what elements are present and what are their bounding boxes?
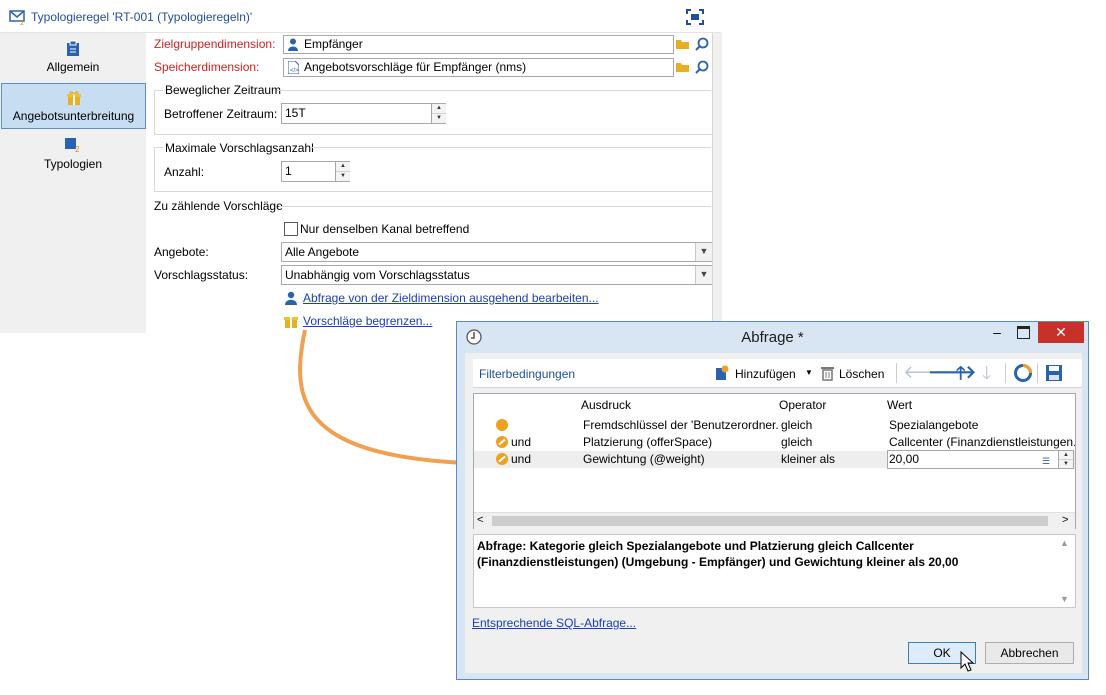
condition-row[interactable]: und Platzierung (offerSpace) gleich Call…: [474, 434, 1075, 451]
row-operator: gleich: [781, 435, 813, 449]
delete-button[interactable]: Löschen: [839, 367, 884, 381]
toolbar-separator: [1005, 363, 1006, 383]
close-button[interactable]: ✕: [1038, 322, 1084, 343]
query-summary-text: Abfrage: Kategorie gleich Spezialangebot…: [477, 539, 959, 569]
filter-conditions-label: Filterbedingungen: [479, 367, 576, 381]
column-header-operator: Operator: [779, 398, 827, 412]
arrow-down-icon[interactable]: 🡓: [982, 361, 991, 391]
column-header-expression: Ausdruck: [581, 398, 632, 412]
row-expression: Gewichtung (@weight): [583, 452, 705, 466]
dialog-body: Filterbedingungen Hinzufügen ▼ Löschen 🡐…: [465, 353, 1082, 673]
condition-icon: [496, 419, 508, 431]
horizontal-scrollbar[interactable]: < >: [474, 512, 1075, 529]
row-value: Callcenter (Finanzdienstleistungen.: [889, 435, 1075, 449]
row-value: Spezialangebote: [889, 418, 979, 432]
condition-row[interactable]: Fremdschlüssel der 'Benutzerordner... gl…: [474, 417, 1075, 434]
arrow-right-icon[interactable]: 🡒: [928, 362, 976, 383]
weight-value-input[interactable]: 20,00 ☰ ▲ ▼: [887, 450, 1074, 469]
scroll-up-icon[interactable]: ▲: [1060, 538, 1069, 548]
sql-query-link[interactable]: Entsprechende SQL-Abfrage...: [472, 616, 636, 630]
scroll-right-icon[interactable]: >: [1062, 514, 1068, 526]
arrow-up-icon[interactable]: 🡑: [956, 361, 965, 391]
value-spinner[interactable]: ▲ ▼: [1058, 451, 1073, 468]
row-conjunction: und: [511, 435, 532, 449]
column-header-value: Wert: [887, 398, 913, 412]
conditions-grid: Ausdruck Operator Wert Fremdschlüssel de…: [473, 393, 1076, 529]
chevron-down-icon[interactable]: ▼: [805, 368, 813, 377]
row-operator: kleiner als: [781, 452, 836, 466]
minimize-icon[interactable]: –: [989, 324, 1005, 340]
row-conjunction: und: [511, 452, 532, 466]
query-summary-box: Abfrage: Kategorie gleich Spezialangebot…: [473, 534, 1076, 608]
scrollbar-thumb[interactable]: [492, 516, 1048, 526]
and-condition-icon: [496, 453, 508, 465]
row-operator: gleich: [781, 418, 813, 432]
maximize-icon[interactable]: [1017, 326, 1030, 339]
toolbar-separator: [1037, 363, 1038, 383]
cancel-button[interactable]: Abbrechen: [985, 642, 1074, 664]
add-condition-icon[interactable]: [715, 365, 729, 381]
scroll-down-icon[interactable]: ▼: [1060, 594, 1069, 604]
toolbar-separator: [896, 363, 897, 383]
condition-row-selected[interactable]: und Gewichtung (@weight) kleiner als 20,…: [474, 450, 1075, 469]
scroll-left-icon[interactable]: <: [477, 514, 483, 526]
query-dialog: Abfrage * – ✕ Filterbedingungen Hinzufüg…: [456, 321, 1089, 680]
edit-expression-icon[interactable]: ☰: [1042, 453, 1054, 466]
row-value: 20,00: [889, 452, 920, 466]
add-button[interactable]: Hinzufügen: [735, 367, 796, 381]
mouse-cursor-icon: [960, 651, 974, 672]
dialog-title-bar: Abfrage * – ✕: [457, 322, 1088, 352]
chart-icon[interactable]: [1014, 364, 1032, 382]
row-expression: Fremdschlüssel der 'Benutzerordner...: [583, 418, 778, 432]
filter-toolbar: Filterbedingungen Hinzufügen ▼ Löschen 🡐…: [473, 359, 1082, 388]
trash-icon[interactable]: [821, 365, 834, 381]
row-expression: Platzierung (offerSpace): [583, 435, 713, 449]
and-condition-icon: [496, 436, 508, 448]
save-icon[interactable]: [1045, 364, 1063, 382]
